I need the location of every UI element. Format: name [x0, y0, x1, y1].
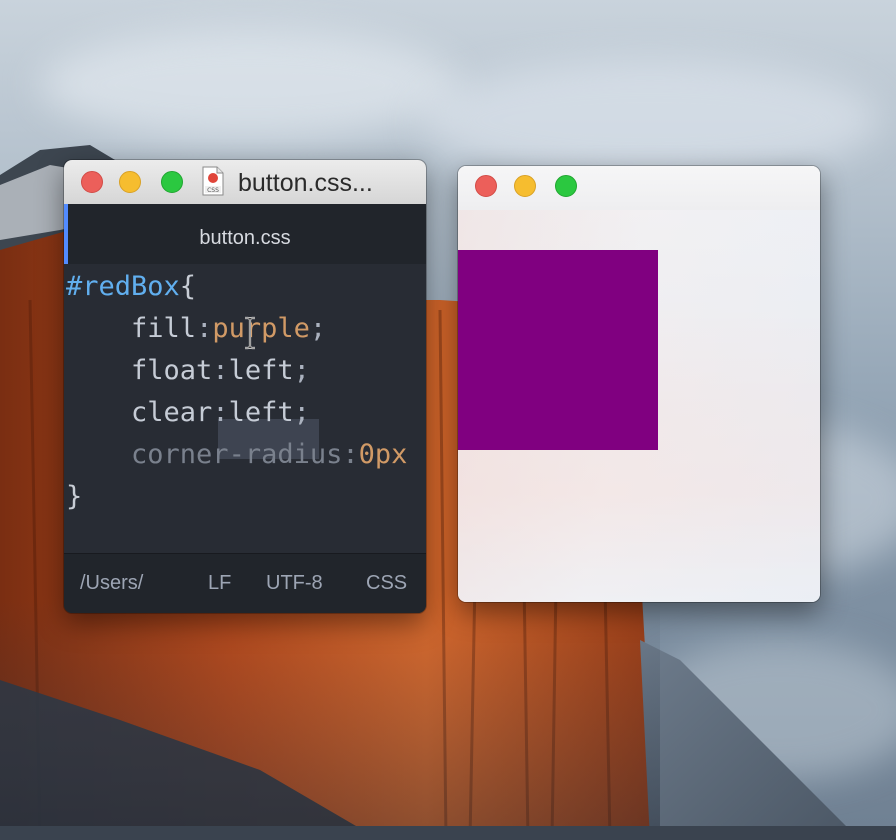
selected-value-purple[interactable]: purple — [212, 313, 310, 344]
semicolon: ; — [293, 397, 310, 428]
status-line-ending[interactable]: LF — [208, 572, 231, 595]
file-icon-label: CSS — [207, 187, 219, 194]
property-float: float — [131, 355, 213, 386]
status-bar: /Users/ LF UTF-8 CSS — [64, 553, 426, 613]
status-file-path[interactable]: /Users/ — [80, 572, 143, 595]
value-left: left — [228, 355, 294, 386]
code-line-5: corner-radius:0px — [66, 435, 407, 475]
colon: : — [212, 397, 229, 428]
code-line-3: float:left; — [66, 351, 310, 391]
close-window-button[interactable] — [475, 175, 497, 197]
value-left: left — [228, 397, 294, 428]
colon: : — [196, 313, 213, 344]
redbox-element[interactable] — [458, 250, 658, 450]
open-brace: { — [179, 271, 197, 302]
window-title: button.css... — [238, 169, 373, 197]
editor-titlebar[interactable]: CSS button.css... — [64, 160, 426, 205]
css-selector: #redBox — [66, 271, 180, 302]
preview-titlebar[interactable] — [458, 166, 820, 210]
semicolon: ; — [293, 355, 310, 386]
close-window-button[interactable] — [81, 171, 103, 193]
text-cursor-icon — [245, 316, 255, 350]
minimize-window-button[interactable] — [514, 175, 536, 197]
code-line-6: } — [66, 477, 82, 517]
close-brace: } — [66, 481, 83, 512]
preview-window[interactable] — [458, 166, 820, 602]
tab-button-css[interactable]: button.css — [64, 227, 426, 250]
css-file-icon: CSS — [202, 166, 224, 196]
property-fill: fill — [131, 313, 197, 344]
tab-bar: button.css — [64, 204, 426, 264]
preview-content — [458, 210, 820, 602]
property-clear: clear — [131, 397, 213, 428]
minimize-window-button[interactable] — [119, 171, 141, 193]
code-line-1: #redBox{ — [66, 267, 196, 307]
value-0px: 0px — [358, 439, 408, 470]
zoom-window-button[interactable] — [555, 175, 577, 197]
status-encoding[interactable]: UTF-8 — [266, 572, 323, 595]
zoom-window-button[interactable] — [161, 171, 183, 193]
colon: : — [342, 439, 359, 470]
property-corner-radius: corner-radius — [131, 439, 343, 470]
colon: : — [212, 355, 229, 386]
code-editor[interactable]: #redBox{ fill:purple; float:left; clear:… — [64, 267, 426, 552]
code-line-2: fill:purple; — [66, 309, 326, 349]
semicolon: ; — [309, 313, 327, 344]
status-grammar[interactable]: CSS — [366, 572, 407, 595]
code-line-4: clear:left; — [66, 393, 310, 433]
editor-window[interactable]: CSS button.css... button.css #redBox{ fi… — [64, 160, 426, 613]
